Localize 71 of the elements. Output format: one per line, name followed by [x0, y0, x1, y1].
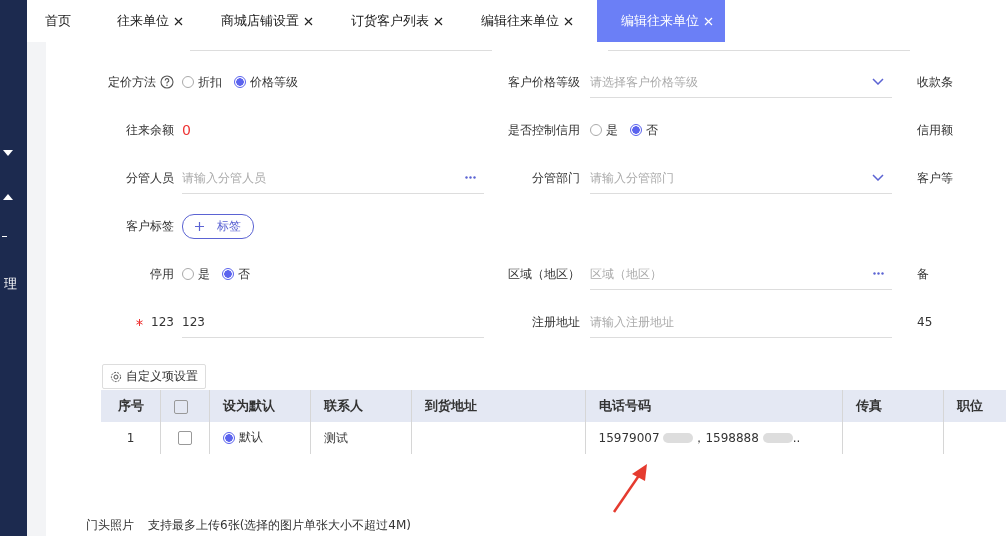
field-label: 停用	[150, 265, 174, 283]
radio-option[interactable]: 价格等级	[234, 73, 298, 91]
column-header: 设为默认	[209, 390, 311, 422]
select-field[interactable]: 请输入分管部门	[590, 170, 872, 185]
balance-value: 0	[182, 122, 191, 138]
add-tag-button[interactable]: 标签	[182, 213, 254, 239]
field-label: 备	[917, 266, 929, 281]
gear-icon	[110, 370, 122, 383]
column-header: 电话号码	[585, 390, 843, 422]
field-label: 分管人员	[126, 169, 174, 187]
field-label: 客户标签	[126, 217, 174, 235]
tab[interactable]: 往来单位	[103, 0, 197, 42]
input-field[interactable]: 请输入分管人员	[182, 170, 465, 185]
tab[interactable]: 首页	[43, 0, 85, 42]
input-field[interactable]: 区域（地区）	[590, 266, 873, 281]
select-field[interactable]: 请选择客户价格等级	[590, 74, 872, 89]
field-label: 123	[151, 315, 174, 329]
input-field[interactable]: 请输入注册地址	[590, 314, 892, 329]
field-label: 信用额	[917, 122, 953, 137]
field-label: 是否控制信用	[508, 121, 580, 139]
tab[interactable]: 商城店铺设置	[207, 0, 327, 42]
chevron-down-icon[interactable]	[872, 78, 884, 85]
field-label: 往来余额	[126, 121, 174, 139]
chevron-down-icon[interactable]	[872, 174, 884, 181]
redaction-blur	[663, 433, 694, 443]
field-label: 区域（地区）	[508, 265, 580, 283]
field-label: 客户价格等级	[508, 73, 580, 91]
close-icon[interactable]	[434, 16, 443, 26]
column-header: 序号	[101, 390, 161, 422]
column-header: 职位	[943, 390, 1006, 422]
radio-option[interactable]: 是	[182, 265, 210, 283]
phone-number-text: 15979007	[598, 431, 660, 445]
field-label: 收款条	[917, 74, 953, 89]
close-icon[interactable]	[304, 16, 313, 26]
radio-option[interactable]: 折扣	[182, 73, 222, 91]
input-field[interactable]: 123	[182, 314, 484, 329]
more-icon[interactable]	[465, 176, 476, 179]
tab[interactable]: 编辑往来单位	[467, 0, 587, 42]
field-label: 客户等	[917, 170, 953, 185]
custom-fields-button[interactable]: 自定义项设置	[102, 364, 206, 389]
redaction-blur	[762, 433, 793, 443]
column-header: 传真	[842, 390, 944, 422]
radio-option[interactable]: 默认	[223, 429, 264, 447]
close-icon[interactable]	[174, 16, 183, 26]
field-label: 分管部门	[532, 169, 580, 187]
table-cell: 1	[101, 422, 161, 454]
close-icon[interactable]	[564, 16, 573, 26]
tab[interactable]: 编辑往来单位	[597, 0, 725, 42]
upload-hint: 支持最多上传6张(选择的图片单张大小不超过4M)	[148, 517, 411, 534]
table-cell: 测试	[310, 422, 412, 454]
field-label: 注册地址	[532, 313, 580, 331]
tab[interactable]: 订货客户列表	[337, 0, 457, 42]
radio-option[interactable]: 否	[630, 121, 658, 139]
column-header: 联系人	[310, 390, 412, 422]
caret-up-icon[interactable]	[2, 194, 13, 200]
radio-option[interactable]: 否	[222, 265, 250, 283]
row-checkbox[interactable]	[178, 431, 193, 446]
field-label: 45	[917, 315, 933, 329]
more-icon[interactable]	[873, 272, 884, 275]
sidebar-item[interactable]: 理	[4, 275, 17, 293]
column-header: 到货地址	[411, 390, 585, 422]
radio-option[interactable]: 是	[590, 121, 618, 139]
select-all-checkbox[interactable]	[174, 399, 189, 414]
field-label: 门头照片	[86, 517, 134, 534]
dash-icon	[2, 236, 7, 237]
help-icon[interactable]	[160, 75, 174, 89]
phone-number-text: ，1598888	[693, 429, 759, 447]
caret-down-icon[interactable]	[2, 150, 13, 156]
phone-number-text: ..	[792, 431, 801, 445]
field-label: 定价方法	[108, 73, 156, 91]
plus-icon	[195, 221, 204, 231]
